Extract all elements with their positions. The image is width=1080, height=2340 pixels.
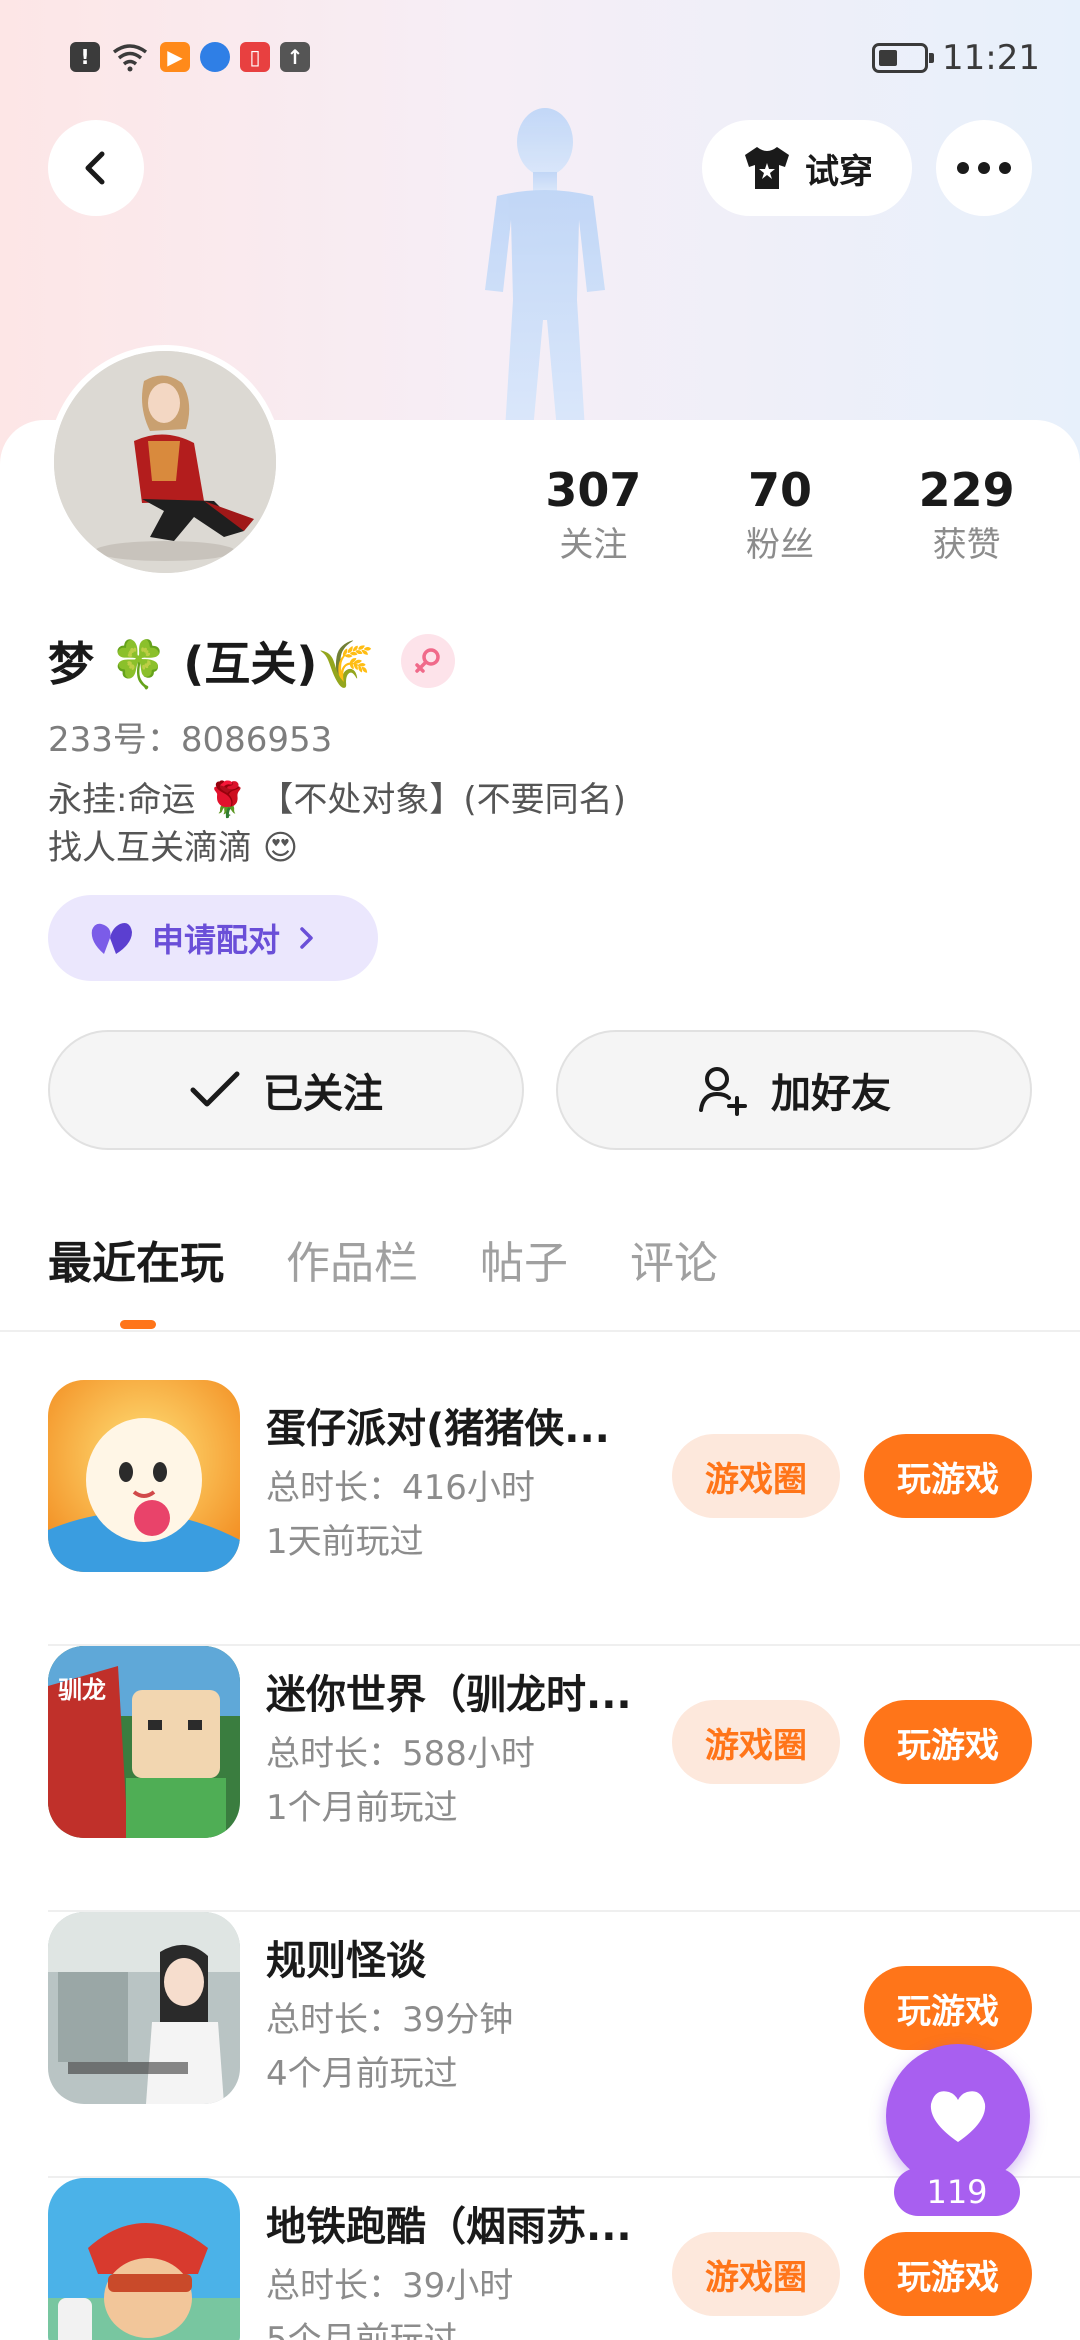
stat-likes[interactable]: 229 获赞 — [873, 460, 1060, 570]
stat-value: 307 — [545, 463, 642, 517]
tab-posts[interactable]: 帖子 — [480, 1234, 568, 1294]
game-duration: 总时长：39分钟 — [266, 2000, 514, 2040]
stat-followers[interactable]: 70 粉丝 — [687, 460, 874, 570]
chevron-right-icon — [300, 927, 313, 949]
more-options-button[interactable] — [936, 120, 1032, 216]
add-friend-label: 加好友 — [771, 1071, 891, 1117]
tab-divider — [0, 1330, 1080, 1332]
game-circle-button[interactable]: 游戏圈 — [672, 2232, 840, 2316]
avatar[interactable] — [48, 345, 282, 579]
game-item[interactable]: 蛋仔派对(猪猪侠... 总时长：416小时 1天前玩过 游戏圈 玩游戏 — [0, 1380, 1080, 1646]
profile-stats: 307 关注 70 粉丝 229 获赞 — [500, 460, 1060, 570]
game-last-played: 1天前玩过 — [266, 1522, 424, 1562]
like-button[interactable] — [886, 2044, 1030, 2188]
try-on-label: 试穿 — [805, 151, 873, 192]
stat-following[interactable]: 307 关注 — [500, 460, 687, 570]
svg-text:驯龙: 驯龙 — [58, 1676, 106, 1704]
female-gender-icon — [400, 634, 455, 688]
try-on-button[interactable]: 试穿 — [702, 120, 912, 216]
following-label: 已关注 — [263, 1071, 383, 1117]
stat-value: 229 — [918, 463, 1015, 517]
apply-pair-label: 申请配对 — [152, 921, 281, 959]
game-title: 地铁跑酷（烟雨苏... — [266, 2204, 632, 2250]
profile-tabs: 最近在玩 作品栏 帖子 评论 — [48, 1234, 718, 1294]
tab-recently-played[interactable]: 最近在玩 — [48, 1234, 224, 1294]
bio: 永挂:命运 🌹 【不处对象】(不要同名) 找人互关滴滴 😍 — [48, 776, 626, 872]
name-row: 梦 🍀 (互关)🌾 — [48, 628, 455, 694]
game-last-played: 1个月前玩过 — [266, 1788, 458, 1828]
user-id: 233号：8086953 — [48, 720, 333, 760]
following-button[interactable]: 已关注 — [48, 1030, 524, 1150]
stat-value: 70 — [748, 463, 813, 517]
battery-icon — [872, 43, 935, 73]
game-duration: 总时长：39小时 — [266, 2266, 514, 2306]
game-icon-mini-world: 驯龙 — [48, 1646, 240, 1838]
status-bar: ! ▶ ▯ ↑ 11:21 — [0, 0, 1080, 120]
game-icon-subway-surfers — [48, 2178, 240, 2340]
chevron-left-icon — [85, 151, 105, 185]
app-browser-icon — [200, 42, 230, 72]
tshirt-icon — [745, 147, 789, 189]
play-game-button[interactable]: 玩游戏 — [864, 1434, 1032, 1518]
game-icon-rule-horror — [48, 1912, 240, 2104]
stat-label: 关注 — [559, 525, 628, 565]
tab-works[interactable]: 作品栏 — [286, 1234, 418, 1294]
game-title: 迷你世界（驯龙时... — [266, 1672, 632, 1718]
add-friend-button[interactable]: 加好友 — [556, 1030, 1032, 1150]
game-item[interactable]: 驯龙 迷你世界（驯龙时... 总时长：588小时 1个月前玩过 游戏圈 玩游戏 — [0, 1646, 1080, 1912]
active-tab-indicator — [120, 1320, 156, 1329]
bio-line: 找人互关滴滴 😍 — [48, 828, 299, 868]
tab-comments[interactable]: 评论 — [630, 1234, 718, 1294]
check-icon — [190, 1071, 240, 1107]
game-duration: 总时长：588小时 — [266, 1734, 535, 1774]
apply-pair-button[interactable]: 申请配对 — [48, 895, 378, 981]
play-game-button[interactable]: 玩游戏 — [864, 1700, 1032, 1784]
avatar-image — [54, 351, 276, 573]
heart-icon — [930, 2091, 986, 2142]
hearts-icon — [91, 923, 132, 954]
avatar-hologram-figure — [485, 108, 605, 430]
status-time: 11:21 — [942, 38, 1040, 78]
status-icons: ! ▶ ▯ ↑ — [70, 42, 310, 72]
wifi-icon — [112, 44, 148, 72]
game-circle-button[interactable]: 游戏圈 — [672, 1700, 840, 1784]
back-button[interactable] — [48, 120, 144, 216]
game-icon-eggy-party — [48, 1380, 240, 1572]
game-circle-button[interactable]: 游戏圈 — [672, 1434, 840, 1518]
app-book-icon: ▯ — [240, 42, 270, 72]
game-last-played: 5个月前玩过 — [266, 2320, 458, 2340]
nickname: 梦 🍀 (互关)🌾 — [48, 637, 375, 691]
alert-icon: ! — [70, 42, 100, 72]
add-person-icon — [699, 1067, 747, 1116]
upload-icon: ↑ — [280, 42, 310, 72]
play-game-button[interactable]: 玩游戏 — [864, 1966, 1032, 2050]
app-play-icon: ▶ — [160, 42, 190, 72]
game-duration: 总时长：416小时 — [266, 1468, 535, 1508]
game-last-played: 4个月前玩过 — [266, 2054, 458, 2094]
game-title: 规则怪谈 — [266, 1938, 426, 1984]
game-title: 蛋仔派对(猪猪侠... — [266, 1406, 610, 1452]
stat-label: 粉丝 — [746, 525, 814, 565]
play-game-button[interactable]: 玩游戏 — [864, 2232, 1032, 2316]
stat-label: 获赞 — [932, 525, 1001, 565]
like-count-badge: 119 — [894, 2168, 1020, 2216]
more-dots-icon — [957, 162, 1011, 174]
bio-line: 永挂:命运 🌹 【不处对象】(不要同名) — [48, 780, 626, 820]
